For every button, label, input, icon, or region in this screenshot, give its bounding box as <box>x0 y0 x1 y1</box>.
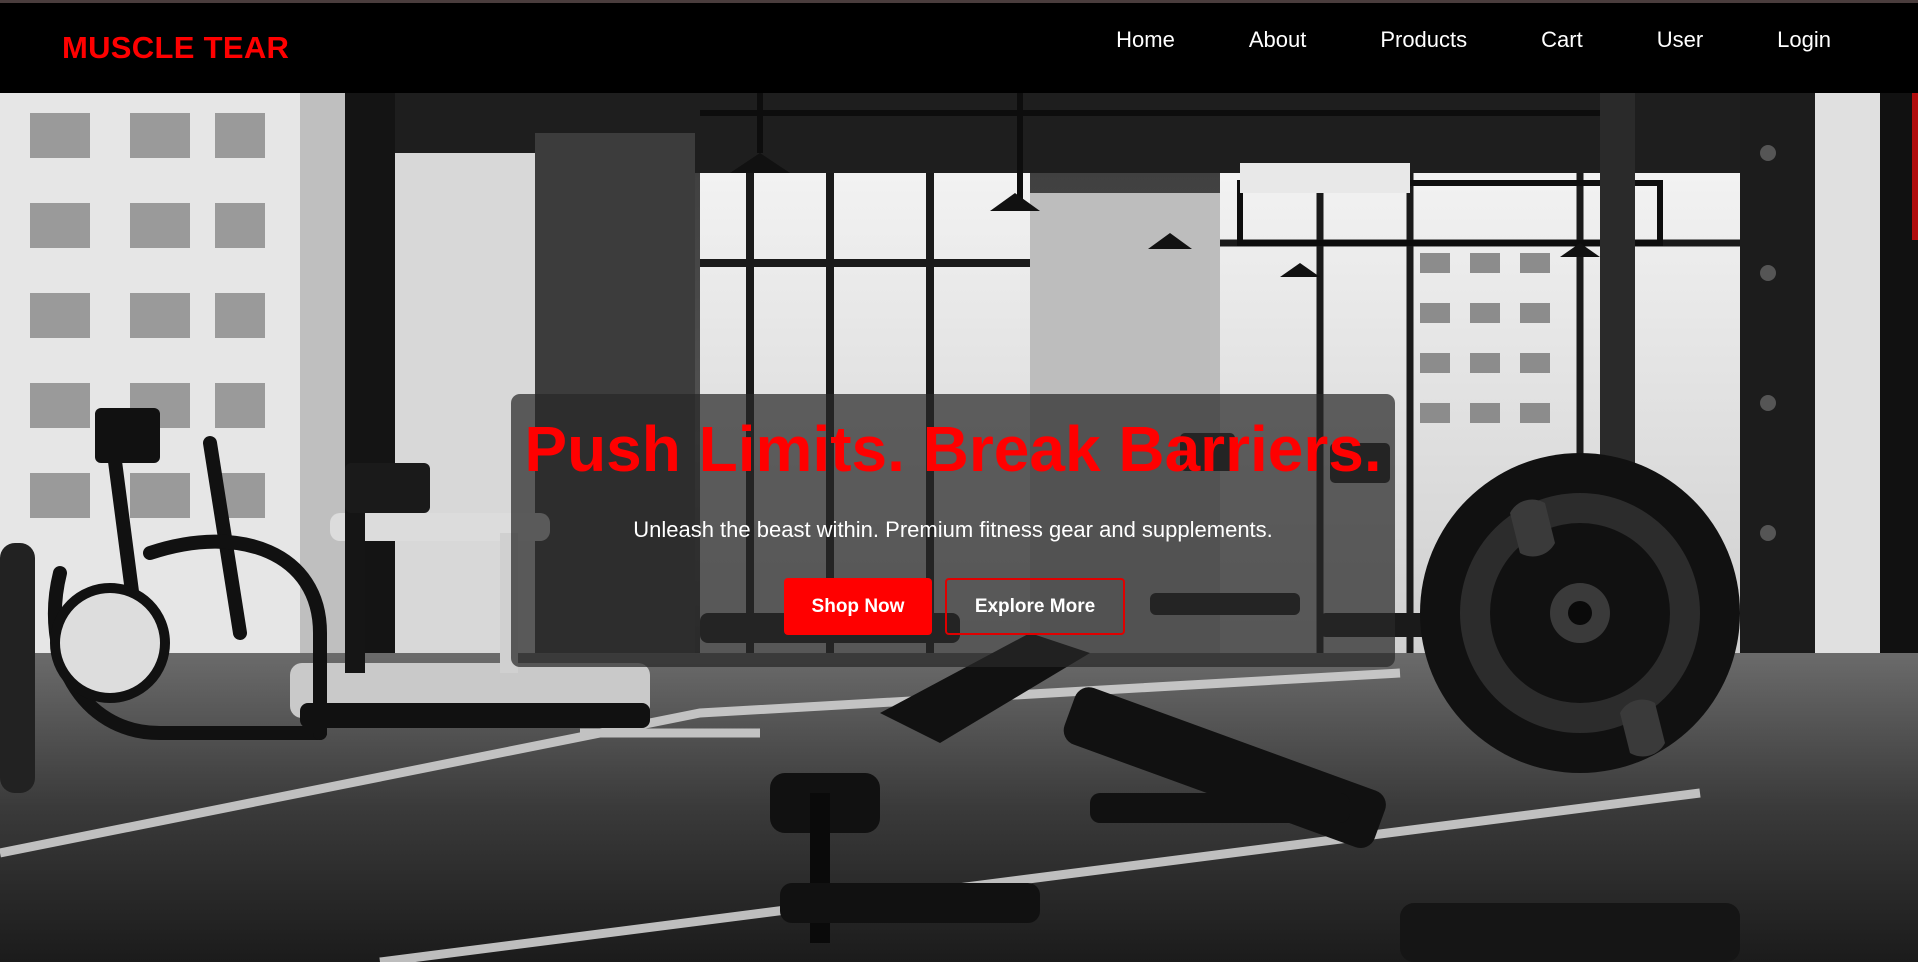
nav-user[interactable]: User <box>1620 27 1740 53</box>
hero-overlay-card: Push Limits. Break Barriers. Unleash the… <box>511 394 1395 667</box>
hero-subtitle: Unleash the beast within. Premium fitnes… <box>633 517 1273 542</box>
nav-login[interactable]: Login <box>1740 27 1868 53</box>
nav-home[interactable]: Home <box>1079 27 1212 53</box>
page: MUSCLE TEAR Home About Products Cart Use… <box>0 0 1918 962</box>
explore-more-button[interactable]: Explore More <box>945 578 1125 635</box>
navbar: MUSCLE TEAR Home About Products Cart Use… <box>0 3 1918 93</box>
nav-cart[interactable]: Cart <box>1504 27 1620 53</box>
scrollbar-thumb[interactable] <box>1912 93 1918 240</box>
brand-logo[interactable]: MUSCLE TEAR <box>62 30 289 66</box>
nav-links: Home About Products Cart User Login <box>1079 27 1868 53</box>
shop-now-button[interactable]: Shop Now <box>784 578 932 635</box>
hero-section: Push Limits. Break Barriers. Unleash the… <box>0 93 1918 962</box>
nav-about[interactable]: About <box>1212 27 1344 53</box>
hero-title: Push Limits. Break Barriers. <box>524 413 1382 485</box>
nav-products[interactable]: Products <box>1343 27 1504 53</box>
